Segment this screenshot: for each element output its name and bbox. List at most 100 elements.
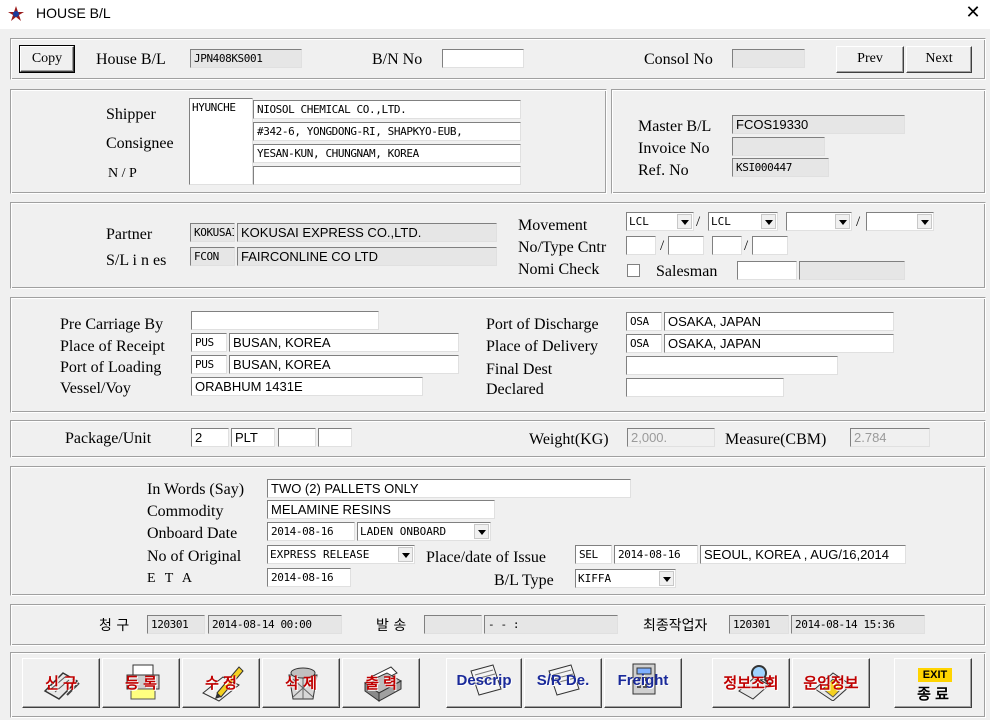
- eta-field[interactable]: 2014-08-16: [267, 568, 351, 587]
- delivery-name-field[interactable]: OSAKA, JAPAN: [664, 334, 894, 353]
- cntr-separator-1: /: [660, 238, 665, 254]
- commodity-field[interactable]: MELAMINE RESINS: [267, 500, 495, 519]
- party-line-4[interactable]: [253, 166, 521, 185]
- partner-code-field[interactable]: KOKUSAI: [190, 223, 235, 242]
- master-bl-field[interactable]: FCOS19330: [732, 115, 905, 134]
- discharge-code-field[interactable]: OSA: [626, 312, 662, 331]
- ref-field[interactable]: KSI000447: [732, 158, 829, 177]
- sl-name-field[interactable]: FAIRCONLINE CO LTD: [237, 247, 497, 266]
- exit-sign-icon: EXIT: [918, 668, 952, 682]
- info-button[interactable]: 정보조회: [712, 658, 790, 708]
- commodity-label: Commodity: [147, 503, 224, 520]
- issue-code-field[interactable]: SEL: [575, 545, 612, 564]
- fare-button[interactable]: 운임정보: [792, 658, 870, 708]
- last-worker-code-field[interactable]: 120301: [729, 615, 789, 634]
- weight-label: Weight(KG): [529, 431, 609, 448]
- measure-field[interactable]: 2.784: [850, 428, 930, 447]
- chevron-down-icon: [761, 214, 776, 229]
- bltype-select[interactable]: KIFFA: [575, 569, 676, 588]
- delete-button[interactable]: 삭 제: [262, 658, 340, 708]
- register-button[interactable]: 등 록: [102, 658, 180, 708]
- new-button[interactable]: 신 규: [22, 658, 100, 708]
- delivery-code-field[interactable]: OSA: [626, 334, 662, 353]
- prev-button[interactable]: Prev: [836, 46, 904, 73]
- consol-label: Consol No: [644, 51, 713, 68]
- fare-button-label: 운임정보: [803, 675, 859, 692]
- cntr-type-1[interactable]: [668, 236, 704, 255]
- edit-button[interactable]: 수 정: [182, 658, 260, 708]
- weight-field[interactable]: 2,000.: [627, 428, 715, 447]
- salesman-name-field[interactable]: [799, 261, 905, 280]
- freight-button[interactable]: Freight: [604, 658, 682, 708]
- movement-select-1[interactable]: LCL: [626, 212, 694, 231]
- declared-label: Declared: [486, 381, 544, 398]
- copy-button[interactable]: Copy: [19, 45, 75, 73]
- final-dest-field[interactable]: [626, 356, 838, 375]
- claim-time-field[interactable]: 2014-08-14 00:00: [208, 615, 342, 634]
- app-icon: [8, 6, 24, 21]
- package-qty-field[interactable]: 2: [191, 428, 229, 447]
- claim-label: 청 구: [99, 618, 130, 634]
- onboard-date-field[interactable]: 2014-08-16: [267, 522, 355, 541]
- discharge-label: Port of Discharge: [486, 316, 599, 333]
- exit-button[interactable]: EXIT 종 료: [894, 658, 972, 708]
- original-label: No of Original: [147, 548, 242, 565]
- cntr-qty-1[interactable]: [626, 236, 656, 255]
- nomi-checkbox[interactable]: [627, 264, 640, 277]
- master-bl-label: Master B/L: [638, 118, 712, 135]
- issue-label: Place/date of Issue: [426, 549, 546, 566]
- delete-button-label: 삭 제: [285, 675, 317, 692]
- package-unit-field[interactable]: PLT: [231, 428, 275, 447]
- movement-select-3[interactable]: [786, 212, 852, 231]
- issue-date-field[interactable]: 2014-08-16: [614, 545, 698, 564]
- vessel-field[interactable]: ORABHUM 1431E: [191, 377, 423, 396]
- party-line-2[interactable]: #342-6, YONGDONG-RI, SHAPKYO-EUB,: [253, 122, 521, 141]
- loading-name-field[interactable]: BUSAN, KOREA: [229, 355, 459, 374]
- close-icon[interactable]: ✕: [962, 2, 984, 26]
- invoice-field[interactable]: [732, 137, 825, 156]
- issue-place-field[interactable]: SEOUL, KOREA , AUG/16,2014: [700, 545, 906, 564]
- salesman-code-field[interactable]: [737, 261, 797, 280]
- consol-field[interactable]: [732, 49, 805, 68]
- house-bl-field[interactable]: JPN408KS001: [190, 49, 302, 68]
- partner-name-field[interactable]: KOKUSAI EXPRESS CO.,LTD.: [237, 223, 497, 242]
- words-field[interactable]: TWO (2) PALLETS ONLY: [267, 479, 631, 498]
- descrip-button[interactable]: Descrip: [446, 658, 522, 708]
- descrip-button-label: Descrip: [456, 672, 512, 689]
- sl-code-field[interactable]: FCON: [190, 247, 235, 266]
- original-select[interactable]: EXPRESS RELEASE: [267, 545, 415, 564]
- pre-carriage-label: Pre Carriage By: [60, 316, 164, 333]
- vessel-label: Vessel/Voy: [60, 380, 131, 397]
- package-extra-field-2[interactable]: [318, 428, 352, 447]
- send-time-field[interactable]: - - :: [484, 615, 618, 634]
- chevron-down-icon: [474, 524, 489, 539]
- package-extra-field-1[interactable]: [278, 428, 316, 447]
- discharge-name-field[interactable]: OSAKA, JAPAN: [664, 312, 894, 331]
- cntr-type-2[interactable]: [752, 236, 788, 255]
- sr-button[interactable]: S/R De.: [524, 658, 602, 708]
- receipt-code-field[interactable]: PUS: [191, 333, 227, 352]
- partner-label: Partner: [106, 226, 153, 243]
- print-button[interactable]: 출 력: [342, 658, 420, 708]
- loading-code-field[interactable]: PUS: [191, 355, 227, 374]
- party-line-1[interactable]: NIOSOL CHEMICAL CO.,LTD.: [253, 100, 521, 119]
- loading-label: Port of Loading: [60, 359, 162, 376]
- movement-select-2[interactable]: LCL: [708, 212, 778, 231]
- movement-select-4[interactable]: [866, 212, 934, 231]
- onboard-type-select[interactable]: LADEN ONBOARD: [357, 522, 491, 541]
- chevron-down-icon: [677, 214, 692, 229]
- next-button[interactable]: Next: [906, 46, 972, 73]
- send-code-field[interactable]: [424, 615, 482, 634]
- pre-carriage-field[interactable]: [191, 311, 379, 330]
- bn-field[interactable]: [442, 49, 524, 68]
- measure-label: Measure(CBM): [725, 431, 827, 448]
- np-label: N / P: [108, 166, 137, 181]
- last-worker-time-field[interactable]: 2014-08-14 15:36: [791, 615, 925, 634]
- claim-code-field[interactable]: 120301: [147, 615, 205, 634]
- cntr-qty-2[interactable]: [712, 236, 742, 255]
- title-bar: HOUSE B/L ✕: [0, 0, 990, 29]
- receipt-name-field[interactable]: BUSAN, KOREA: [229, 333, 459, 352]
- party-line-3[interactable]: YESAN-KUN, CHUNGNAM, KOREA: [253, 144, 521, 163]
- declared-field[interactable]: [626, 378, 784, 397]
- shipper-code-field[interactable]: HYUNCHE: [189, 98, 253, 185]
